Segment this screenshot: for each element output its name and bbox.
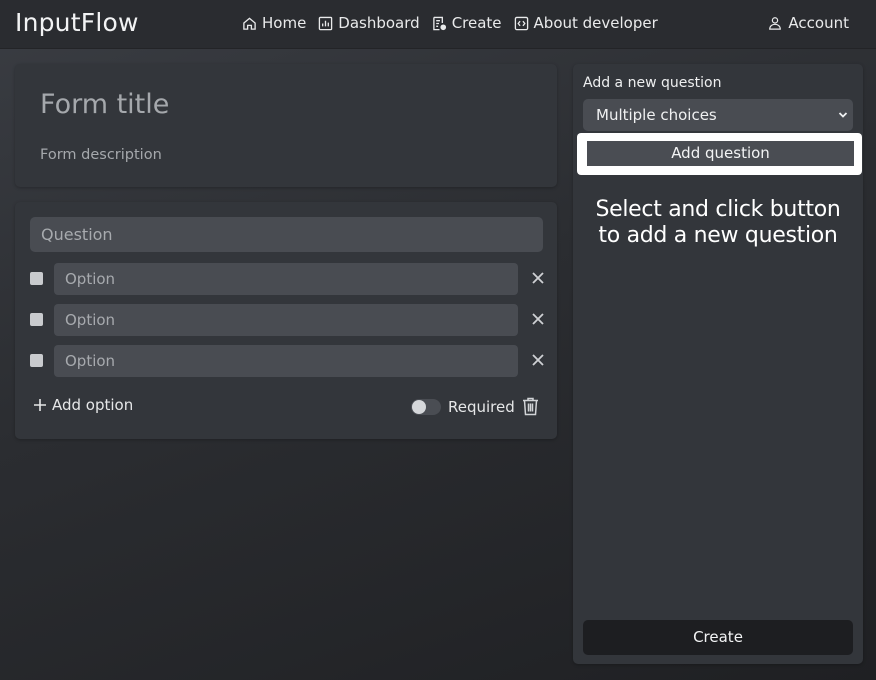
add-question-panel: Add a new question Multiple choices Add … xyxy=(573,64,863,664)
question-card: Question Option Option Option Add option… xyxy=(15,202,557,439)
account-menu[interactable]: Account xyxy=(768,14,849,32)
code-icon xyxy=(514,16,528,30)
top-navbar: InputFlow Home Dashboard Create About de… xyxy=(0,0,876,49)
toggle-knob xyxy=(412,400,426,414)
option-input[interactable]: Option xyxy=(54,345,518,377)
hint-line-2: to add a new question xyxy=(598,223,838,248)
create-button[interactable]: Create xyxy=(583,620,853,655)
nav-about[interactable]: About developer xyxy=(514,14,658,32)
nav-links: Home Dashboard Create About developer xyxy=(242,14,658,32)
chevron-down-icon xyxy=(838,112,848,118)
add-question-highlight: Add question xyxy=(577,133,862,175)
nav-dashboard[interactable]: Dashboard xyxy=(318,14,420,32)
user-icon xyxy=(769,17,782,30)
question-input[interactable]: Question xyxy=(30,217,543,252)
nav-home[interactable]: Home xyxy=(242,14,306,32)
plus-icon xyxy=(34,399,46,411)
close-icon[interactable] xyxy=(530,311,546,327)
nav-create-label: Create xyxy=(451,14,502,32)
option-row: Option xyxy=(30,304,550,336)
option-row: Option xyxy=(30,345,550,377)
close-icon[interactable] xyxy=(530,270,546,286)
nav-home-label: Home xyxy=(262,14,307,32)
add-question-button[interactable]: Add question xyxy=(587,141,854,166)
question-type-select[interactable]: Multiple choices xyxy=(583,99,853,131)
form-title-input[interactable]: Form title xyxy=(40,89,169,120)
instruction-hint: Select and click button to add a new que… xyxy=(573,197,863,249)
required-toggle[interactable] xyxy=(411,399,441,415)
close-icon[interactable] xyxy=(530,352,546,368)
option-input[interactable]: Option xyxy=(54,263,518,295)
trash-icon[interactable] xyxy=(522,397,539,416)
home-icon xyxy=(243,16,256,30)
question-type-value: Multiple choices xyxy=(596,106,717,124)
hint-line-1: Select and click button xyxy=(595,197,841,222)
option-input[interactable]: Option xyxy=(54,304,518,336)
option-checkbox[interactable] xyxy=(30,354,43,367)
add-question-heading: Add a new question xyxy=(583,75,722,91)
brand-logo[interactable]: InputFlow xyxy=(15,8,139,37)
option-row: Option xyxy=(30,263,550,295)
form-header-card: Form title Form description xyxy=(15,64,557,187)
form-add-icon xyxy=(432,16,446,30)
nav-dashboard-label: Dashboard xyxy=(338,14,420,32)
account-label: Account xyxy=(788,14,849,32)
form-description-input[interactable]: Form description xyxy=(40,147,162,163)
option-checkbox[interactable] xyxy=(30,313,43,326)
option-checkbox[interactable] xyxy=(30,272,43,285)
nav-create[interactable]: Create xyxy=(432,14,502,32)
nav-about-label: About developer xyxy=(533,14,658,32)
add-option-button[interactable]: Add option xyxy=(33,396,133,414)
required-label: Required xyxy=(448,398,515,416)
chart-icon xyxy=(319,16,333,30)
add-option-label: Add option xyxy=(52,396,134,414)
